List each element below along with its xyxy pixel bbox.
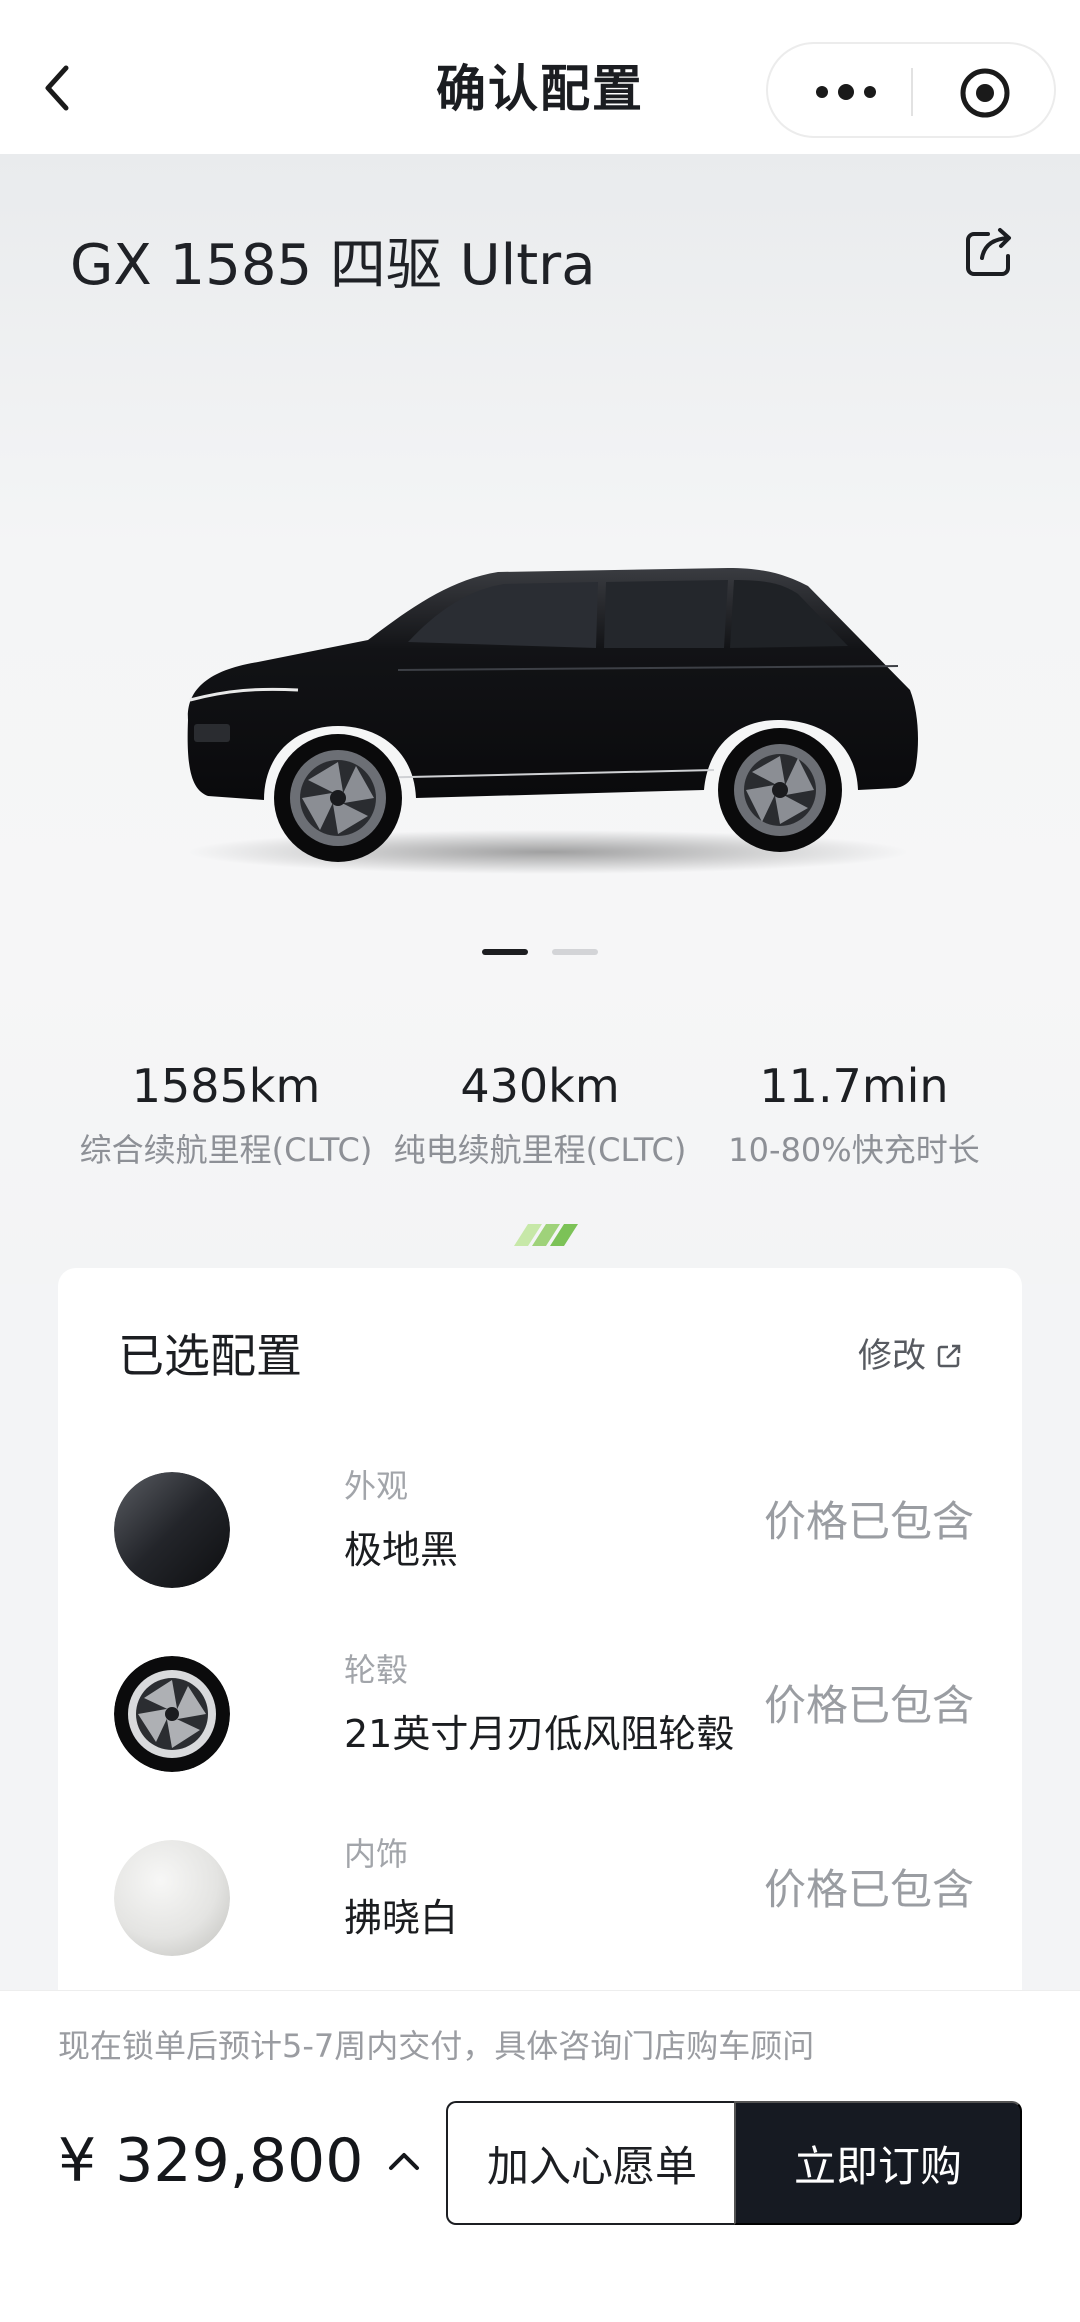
selected-config-card: 已选配置 修改 外观 极地黑 价格已包含 轮毂 21英寸月刃低风阻轮毂 价格已包… [58,1268,1022,2028]
config-name: 极地黑 [344,1528,459,1572]
spec-row: 1585km 综合续航里程(CLTC) 430km 纯电续航里程(CLTC) 1… [0,1054,1080,1174]
nav-bar: 确认配置 [0,0,1080,154]
spec-electric-range: 430km 纯电续航里程(CLTC) [370,1054,710,1176]
mini-program-capsule [766,42,1056,138]
price-value: ¥ 329,800 [58,2126,364,2196]
card-title: 已选配置 [118,1329,302,1383]
external-link-icon [937,1344,961,1368]
config-item-exterior: 外观 极地黑 价格已包含 [114,1464,974,1594]
spec-label: 10-80%快充时长 [728,1131,980,1169]
bottom-bar: 现在锁单后预计5-7周内交付，具体咨询门店购车顾问 ¥ 329,800 加入心愿… [0,1990,1080,2322]
modify-button[interactable]: 修改 [858,1334,962,1378]
spec-value: 11.7min [759,1059,949,1113]
carousel-indicator [0,949,1080,959]
target-circle-icon[interactable] [958,66,1012,120]
add-to-wishlist-button[interactable]: 加入心愿单 [446,2101,736,2225]
more-dots-icon[interactable] [806,74,886,110]
spec-value: 430km [460,1059,620,1113]
modify-label: 修改 [858,1336,926,1376]
spec-label: 综合续航里程(CLTC) [79,1131,373,1169]
black-paint-swatch [114,1472,230,1588]
share-icon[interactable] [962,224,1018,280]
carousel-dot[interactable] [552,949,598,955]
config-price-note: 价格已包含 [763,1497,974,1546]
spec-label: 纯电续航里程(CLTC) [393,1131,687,1169]
spec-combined-range: 1585km 综合续航里程(CLTC) [56,1054,396,1176]
config-category: 内饰 [344,1835,409,1873]
chevron-up-icon [389,2153,420,2170]
config-category: 轮毂 [344,1651,409,1689]
carousel-dot-active[interactable] [482,949,528,955]
capsule-divider [911,68,913,116]
delivery-notice: 现在锁单后预计5-7周内交付，具体咨询门店购车顾问 [58,2027,815,2065]
spec-value: 1585km [131,1059,321,1113]
white-leather-swatch [114,1840,230,1956]
config-name: 拂晓白 [344,1896,459,1940]
total-price[interactable]: ¥ 329,800 [58,2119,421,2203]
wheel-rim [114,1656,230,1772]
hero-section: GX 1585 四驱 Ultra 1585km 综合续航里程(CLTC) 430… [0,154,1080,1284]
config-price-note: 价格已包含 [763,1681,974,1730]
config-item-interior: 内饰 拂晓白 价格已包含 [114,1832,974,1962]
config-name: 21英寸月刃低风阻轮毂 [344,1712,735,1756]
decorative-stripes-icon [514,1224,578,1246]
car-image [187,568,919,874]
config-price-note: 价格已包含 [763,1865,974,1914]
model-name: GX 1585 四驱 Ultra [70,233,596,298]
config-category: 外观 [344,1467,409,1505]
order-now-button[interactable]: 立即订购 [734,2101,1022,2225]
spec-fast-charge: 11.7min 10-80%快充时长 [684,1054,1024,1176]
config-item-wheels: 轮毂 21英寸月刃低风阻轮毂 价格已包含 [114,1648,974,1778]
